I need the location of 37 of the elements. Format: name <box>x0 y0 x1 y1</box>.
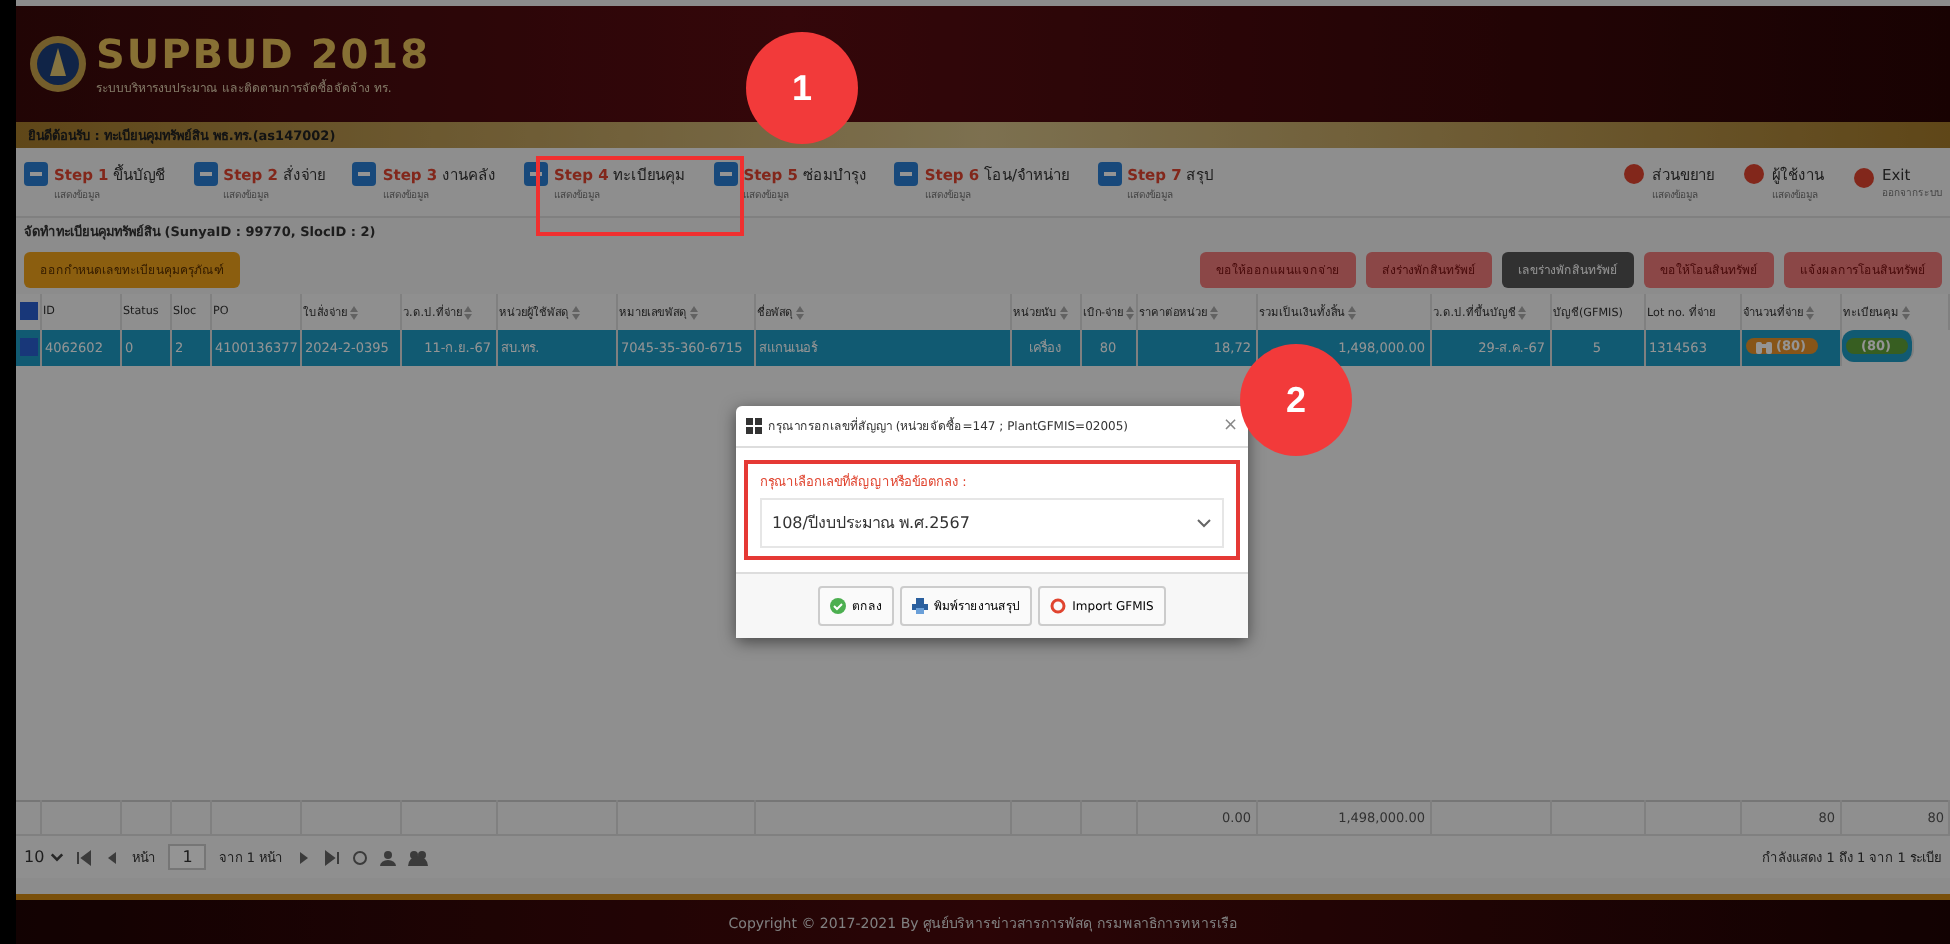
row-checkbox[interactable] <box>20 337 38 355</box>
step-icon <box>713 162 738 186</box>
window-icon <box>746 418 762 434</box>
sort-icon[interactable] <box>463 305 472 319</box>
sort-icon[interactable] <box>1347 305 1355 319</box>
sort-icon[interactable] <box>795 305 803 319</box>
app-logo-text: SUPBUD 2018 <box>96 30 431 78</box>
sort-icon[interactable] <box>349 305 357 319</box>
step-icon <box>894 162 919 186</box>
user-icon[interactable] <box>379 849 396 865</box>
sort-icon[interactable] <box>1125 305 1134 319</box>
sort-icon[interactable] <box>1901 305 1909 319</box>
users-icon[interactable] <box>407 849 428 865</box>
sort-icon[interactable] <box>1517 305 1526 319</box>
previous-page-icon[interactable] <box>104 849 121 865</box>
next-page-icon[interactable] <box>295 849 312 865</box>
sort-icon[interactable] <box>689 305 697 319</box>
page-input[interactable]: 1 <box>168 844 207 870</box>
sort-icon[interactable] <box>571 305 579 319</box>
last-page-icon[interactable] <box>323 849 340 865</box>
sort-icon[interactable] <box>1209 305 1217 319</box>
chevron-down-icon <box>50 852 65 862</box>
contract-select[interactable]: 108/ปีงบประมาณ พ.ศ.2567 <box>760 498 1224 548</box>
chevron-down-icon <box>1196 518 1212 528</box>
binoculars-icon <box>1756 339 1772 354</box>
close-button[interactable]: × <box>1222 416 1238 436</box>
sort-icon[interactable] <box>1059 305 1067 319</box>
select-all-checkbox[interactable] <box>20 301 38 319</box>
step-icon <box>352 162 377 186</box>
first-page-icon[interactable] <box>76 849 93 865</box>
check-circle-icon <box>830 598 847 614</box>
emblem-icon <box>28 34 88 94</box>
step-icon <box>24 162 48 186</box>
sort-icon[interactable] <box>1805 305 1813 319</box>
step-icon <box>193 162 218 186</box>
step-icon <box>1097 162 1122 186</box>
page-size-select[interactable]: 10 <box>24 848 65 866</box>
